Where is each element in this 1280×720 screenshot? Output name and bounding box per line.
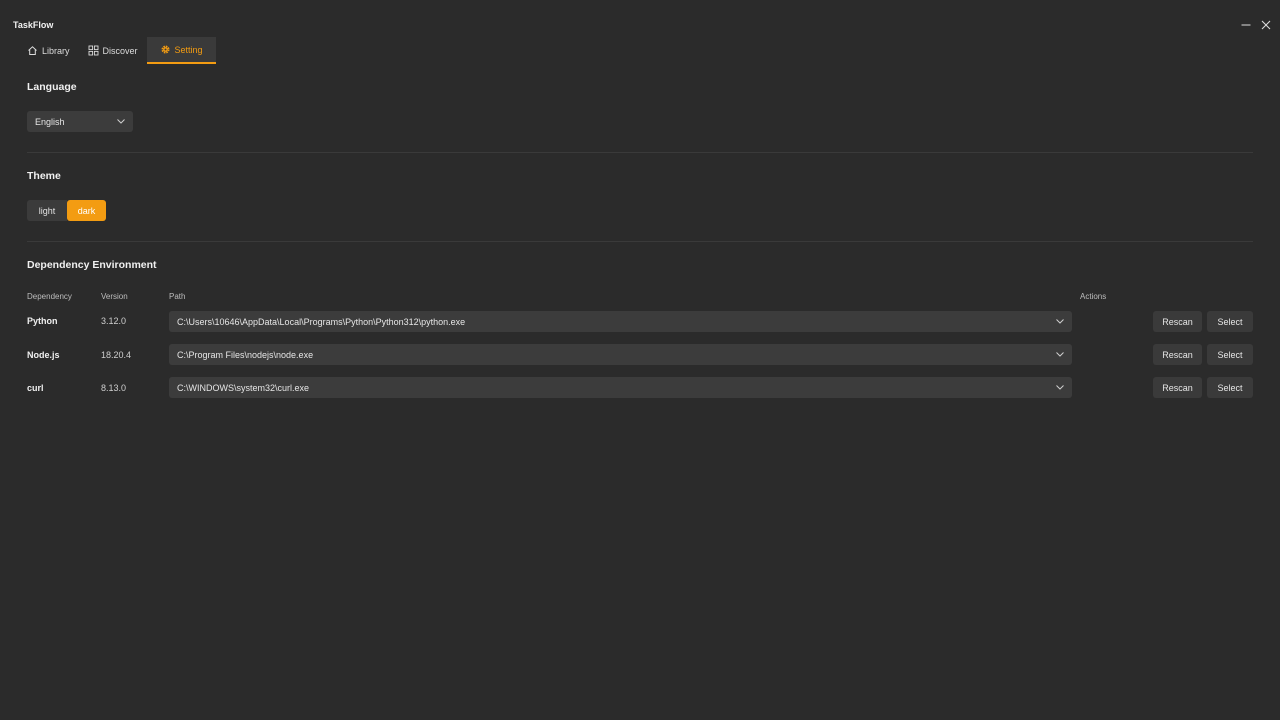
language-section-title: Language	[27, 81, 77, 93]
dependency-name: Node.js	[27, 350, 60, 360]
tab-bar: Library Discover Setting	[18, 37, 216, 64]
theme-light-button[interactable]: light	[27, 200, 67, 221]
section-divider	[27, 241, 1253, 242]
path-select[interactable]: C:\Program Files\nodejs\node.exe	[169, 344, 1072, 365]
rescan-button[interactable]: Rescan	[1153, 344, 1202, 365]
tab-label: Discover	[102, 45, 138, 56]
dependency-version: 3.12.0	[101, 316, 127, 326]
dependency-version: 8.13.0	[101, 383, 127, 393]
path-select[interactable]: C:\Users\10646\AppData\Local\Programs\Py…	[169, 311, 1072, 332]
chevron-down-icon	[1056, 385, 1064, 390]
tab-library[interactable]: Library	[18, 37, 79, 64]
chevron-down-icon	[1056, 319, 1064, 324]
path-value: C:\Program Files\nodejs\node.exe	[177, 349, 314, 360]
section-divider	[27, 152, 1253, 153]
theme-section-title: Theme	[27, 170, 61, 182]
rescan-button[interactable]: Rescan	[1153, 377, 1202, 398]
home-icon	[27, 45, 38, 56]
column-header-actions: Actions	[1080, 292, 1107, 301]
chevron-down-icon	[1056, 352, 1064, 357]
dependency-section-title: Dependency Environment	[27, 259, 157, 271]
tab-label: Library	[42, 45, 70, 56]
tab-setting[interactable]: Setting	[146, 37, 216, 64]
theme-dark-button[interactable]: dark	[67, 200, 106, 221]
minimize-icon	[1241, 24, 1251, 26]
column-header-version: Version	[101, 292, 128, 301]
dependency-name: Python	[27, 316, 58, 326]
path-value: C:\WINDOWS\system32\curl.exe	[177, 382, 310, 393]
select-button[interactable]: Select	[1207, 311, 1253, 332]
minimize-button[interactable]	[1236, 15, 1256, 35]
path-select[interactable]: C:\WINDOWS\system32\curl.exe	[169, 377, 1072, 398]
dependency-name: curl	[27, 383, 44, 393]
column-header-path: Path	[169, 292, 186, 301]
theme-toggle: light dark	[27, 200, 106, 221]
title-bar: TaskFlow	[0, 0, 1280, 36]
dependency-version: 18.20.4	[101, 350, 132, 360]
select-button[interactable]: Select	[1207, 344, 1253, 365]
tab-discover[interactable]: Discover	[79, 37, 147, 64]
path-value: C:\Users\10646\AppData\Local\Programs\Py…	[177, 316, 466, 327]
grid-icon	[88, 45, 99, 56]
column-header-dependency: Dependency	[27, 292, 72, 301]
language-select[interactable]: English	[27, 111, 133, 132]
tab-label: Setting	[174, 44, 203, 55]
select-button[interactable]: Select	[1207, 377, 1253, 398]
app-title: TaskFlow	[13, 20, 54, 30]
rescan-button[interactable]: Rescan	[1153, 311, 1202, 332]
chevron-down-icon	[117, 119, 125, 124]
language-select-value: English	[35, 116, 65, 127]
close-button[interactable]	[1256, 15, 1276, 35]
gear-icon	[160, 44, 171, 55]
close-icon	[1261, 20, 1271, 30]
